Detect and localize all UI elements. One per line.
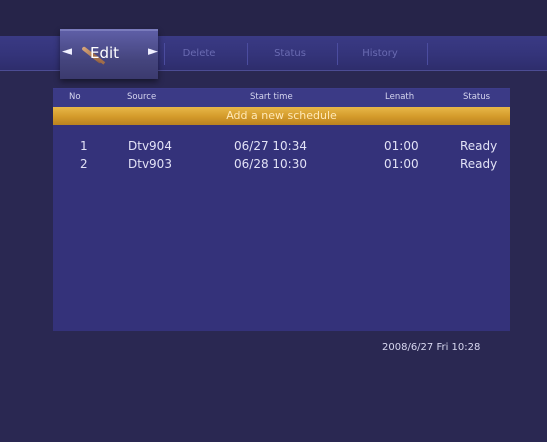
table-row[interactable]: 2 Dtv903 06/28 10:30 01:00 Ready: [53, 155, 510, 173]
table-row[interactable]: 1 Dtv904 06/27 10:34 01:00 Ready: [53, 137, 510, 155]
row-source: Dtv904: [128, 139, 172, 153]
tab-separator: [427, 43, 458, 65]
schedule-table: No Source Start time Lenath Status Add a…: [53, 88, 510, 331]
row-source: Dtv903: [128, 157, 172, 171]
table-header: No Source Start time Lenath Status: [53, 89, 510, 107]
row-no: 2: [80, 157, 88, 171]
arrow-right-icon: ►: [148, 44, 158, 59]
row-status: Ready: [460, 157, 498, 171]
row-length: 01:00: [384, 157, 419, 171]
tab-status[interactable]: Status: [247, 43, 332, 65]
add-schedule-row[interactable]: Add a new schedule: [53, 107, 510, 125]
tab-delete[interactable]: Delete: [164, 43, 233, 65]
row-length: 01:00: [384, 139, 419, 153]
tab-edit-label: Edit: [90, 44, 120, 62]
row-start: 06/27 10:34: [234, 139, 307, 153]
tab-edit[interactable]: ◄ Edit ►: [60, 29, 158, 79]
tab-history[interactable]: History: [337, 43, 422, 65]
col-status: Status: [463, 92, 491, 102]
row-no: 1: [80, 139, 88, 153]
arrow-left-icon: ◄: [62, 44, 72, 59]
col-length: Lenath: [385, 92, 415, 102]
row-status: Ready: [460, 139, 498, 153]
clock-display: 2008/6/27 Fri 10:28: [382, 342, 481, 353]
col-source: Source: [127, 92, 157, 102]
col-start-time: Start time: [250, 92, 293, 102]
row-start: 06/28 10:30: [234, 157, 307, 171]
col-no: No: [69, 92, 81, 102]
